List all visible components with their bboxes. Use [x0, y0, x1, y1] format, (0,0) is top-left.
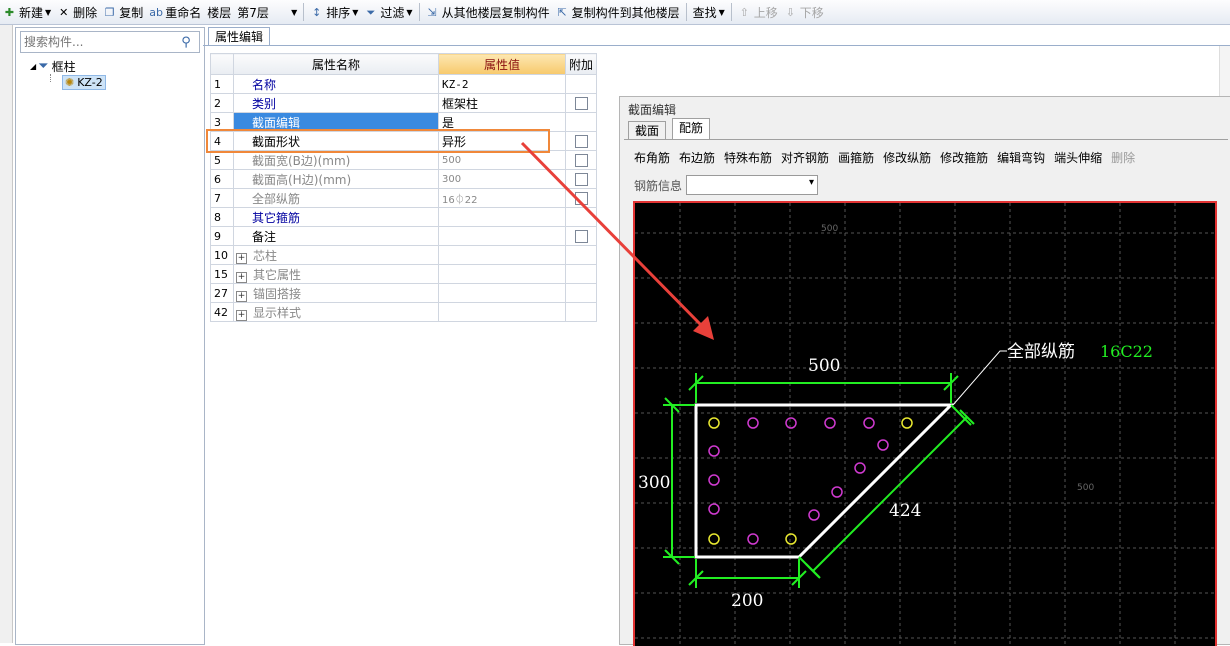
annotation-arrow: [520, 141, 714, 340]
